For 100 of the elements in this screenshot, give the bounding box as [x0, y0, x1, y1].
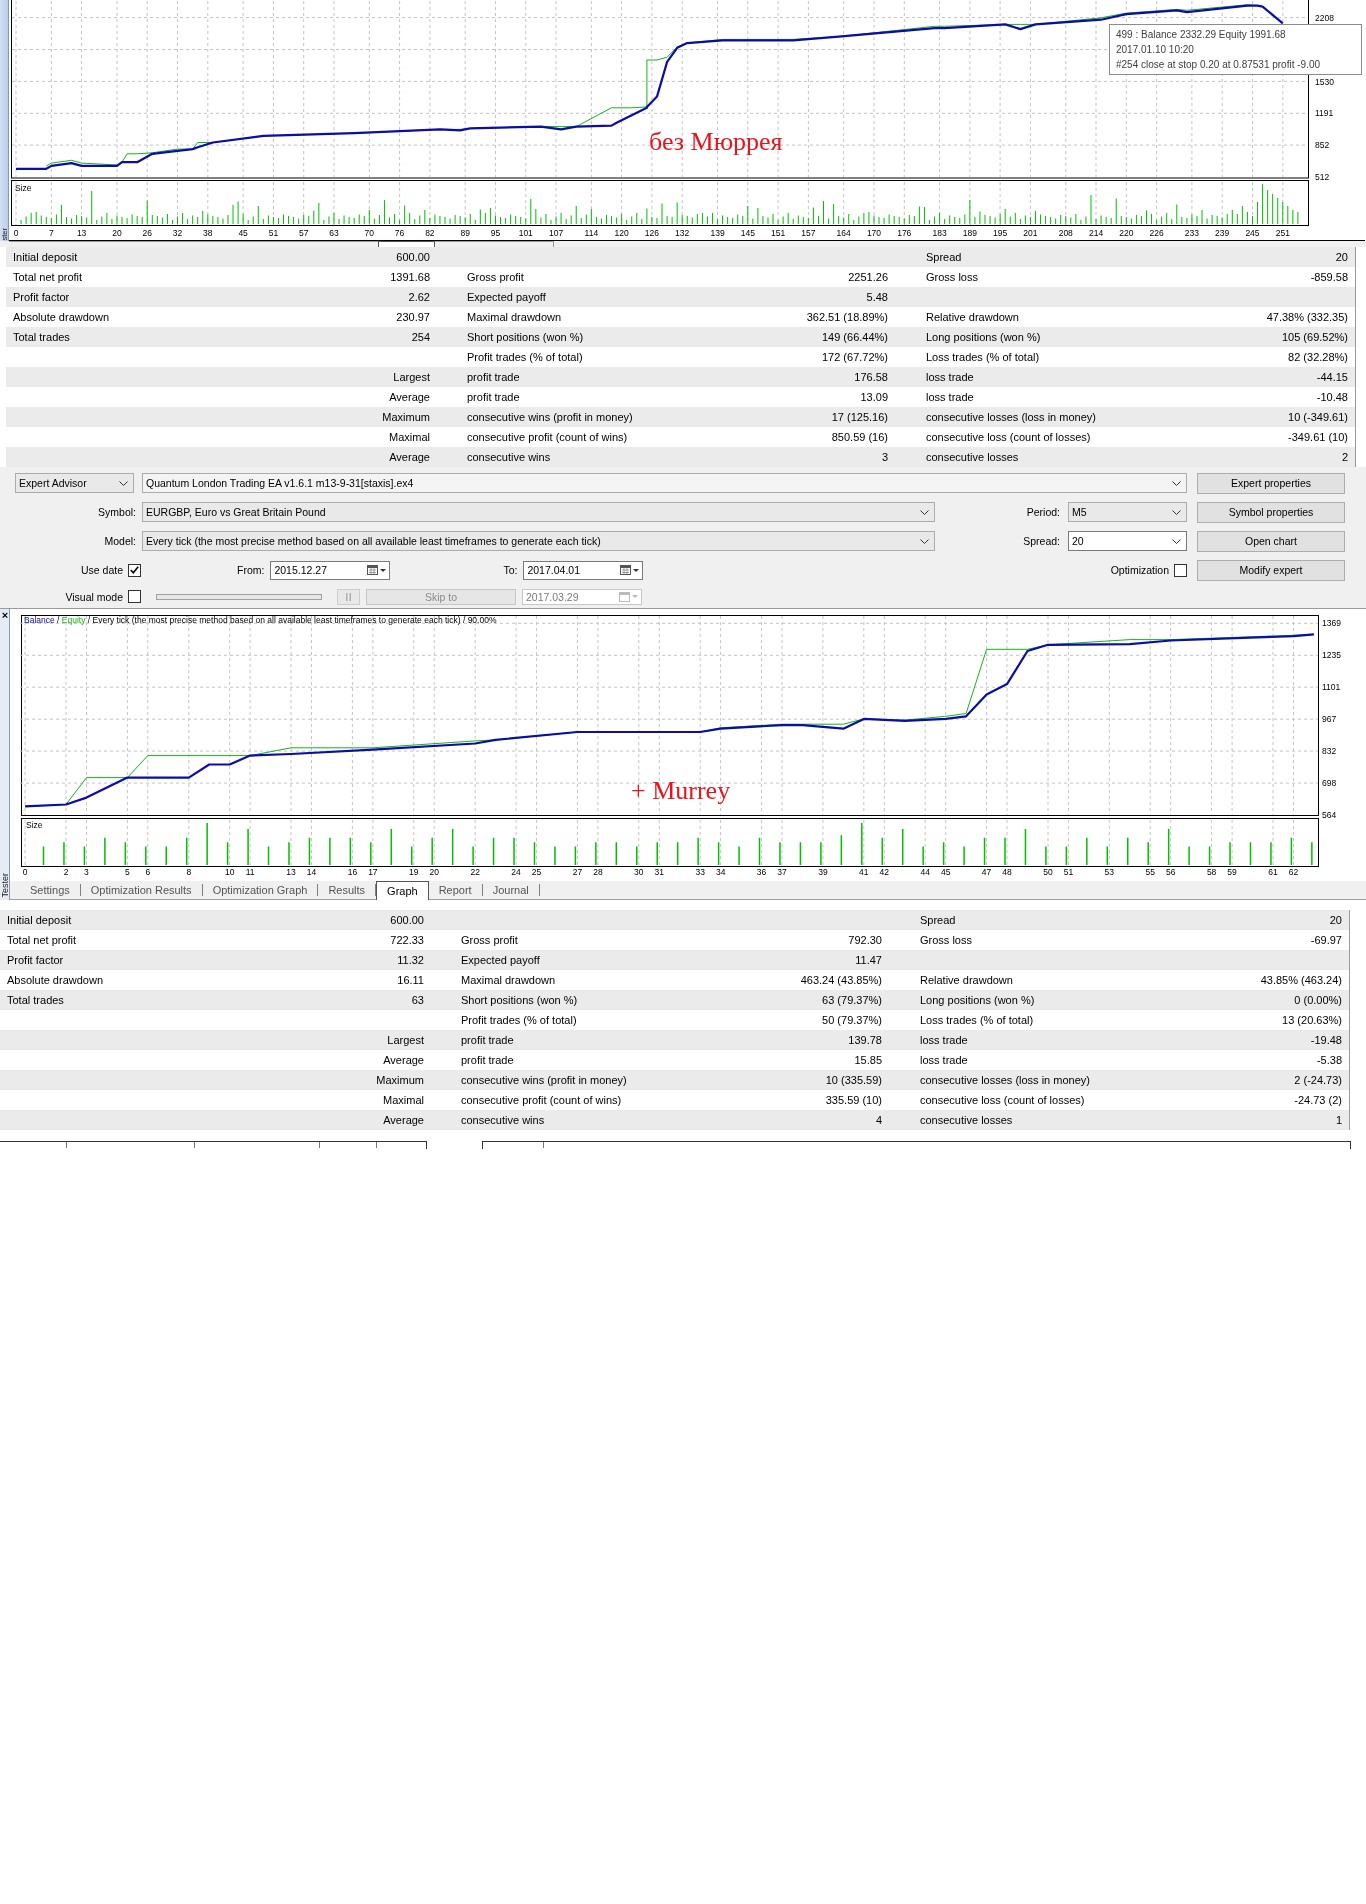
stat-value: -859.58 [1310, 271, 1348, 283]
stat-label: Gross profit [467, 271, 524, 283]
x-axis-label: 24 [511, 867, 521, 877]
tab[interactable]: Report [428, 884, 483, 896]
stat-value: 2 (-24.73) [1294, 1074, 1342, 1086]
x-axis-label: 56 [1165, 867, 1176, 877]
x-axis-label: 126 [644, 228, 659, 238]
x-axis-label: 53 [1104, 867, 1115, 877]
to-date-field[interactable]: 2017.04.01 [523, 560, 644, 580]
expert-properties-button[interactable]: Expert properties [1197, 472, 1345, 494]
stat-value: 172 (67.72%) [821, 351, 888, 363]
symbol-dropdown[interactable]: EURGBP, Euro vs Great Britain Pound [142, 502, 935, 522]
stat-label: Gross loss [920, 934, 972, 946]
y-axis-label: 2208 [1315, 13, 1334, 23]
expert-dropdown[interactable]: Quantum London Trading EA v1.6.1 m13-9-31[staxis].ex4 [142, 473, 1187, 493]
stat-label: Initial deposit [7, 914, 72, 926]
stat-value: -5.38 [1316, 1054, 1342, 1066]
x-axis-label: 195 [993, 228, 1008, 238]
optimization-checkbox[interactable] [1174, 563, 1187, 577]
close-button[interactable]: × [1, 610, 9, 621]
caret-icon [633, 568, 640, 572]
chevron-down-icon [1172, 480, 1181, 486]
use-date-checkbox[interactable] [128, 563, 141, 577]
tab[interactable]: Optimization Results [80, 884, 203, 896]
x-axis-label: 82 [425, 228, 435, 238]
x-axis-label: 5 [125, 867, 130, 877]
speed-slider-track[interactable] [156, 593, 322, 600]
x-axis-label: 233 [1184, 228, 1199, 238]
stat-value: 2251.26 [848, 271, 888, 283]
y-axis-label: 1235 [1322, 650, 1341, 661]
modify-expert-button[interactable]: Modify expert [1197, 559, 1345, 581]
symbol-properties-button[interactable]: Symbol properties [1197, 501, 1345, 523]
period-dropdown[interactable]: M5 [1068, 502, 1187, 522]
x-axis-label: 47 [981, 867, 992, 877]
x-axis-label: 132 [675, 228, 690, 238]
checkmark-icon [130, 566, 139, 574]
x-axis-label: 220 [1119, 228, 1134, 238]
x-axis-label: 13 [76, 228, 87, 238]
stat-value: 362.51 (18.89%) [806, 311, 888, 323]
y-axis-label: 852 [1315, 140, 1330, 151]
stat-value: -69.97 [1310, 934, 1342, 946]
x-axis-label: 55 [1145, 867, 1155, 877]
open-chart-button[interactable]: Open chart [1197, 530, 1345, 552]
y-axis-label: 832 [1322, 746, 1337, 757]
x-axis-label: 120 [614, 228, 629, 238]
visual-mode-label: Visual mode [65, 590, 123, 603]
tab[interactable]: Journal [482, 884, 540, 896]
y-axis-label: 1369 [1322, 618, 1341, 629]
spread-combobox[interactable]: 20 [1068, 531, 1187, 551]
from-label: From: [237, 564, 265, 576]
caret-icon [380, 568, 387, 572]
x-axis-label: 189 [962, 228, 977, 238]
stat-label: Expected payoff [467, 291, 546, 303]
stat-label: Maximal drawdown [461, 974, 556, 986]
visual-mode-checkbox[interactable] [128, 590, 141, 603]
tab[interactable]: Optimization Graph [202, 884, 319, 896]
x-axis-label: 151 [771, 228, 786, 238]
x-axis-label: 41 [859, 867, 869, 877]
model-dropdown[interactable]: Every tick (the most precise method based on all available least timeframes to generate each tick) [142, 531, 935, 551]
stat-label: Initial deposit [13, 251, 78, 263]
stat-label: Profit trades (% of total) [461, 1014, 577, 1026]
x-axis-label: 31 [654, 867, 664, 877]
x-axis-label: 37 [777, 867, 787, 877]
tooltip-text: 499 : Balance 2332.29 Equity 1991.68 [1116, 28, 1286, 42]
side-tab-label[interactable]: Tester [0, 873, 10, 898]
x-axis-label: 157 [801, 228, 816, 238]
x-axis-label: 0 [22, 867, 28, 877]
stat-label: Spread [926, 251, 962, 263]
y-axis-label: 564 [1322, 810, 1337, 820]
stat-label: profit trade [461, 1034, 514, 1046]
chevron-down-icon [1172, 509, 1181, 515]
stat-value: 20 [1329, 914, 1342, 926]
x-axis-label: 20 [429, 867, 439, 877]
stat-label: Absolute drawdown [13, 311, 109, 323]
from-date-field[interactable]: 2015.12.27 [270, 560, 391, 580]
spread-label: Spread: [1023, 535, 1060, 547]
x-axis-label: 57 [298, 228, 309, 238]
tab[interactable]: Settings [20, 884, 81, 896]
y-axis-label: 967 [1322, 713, 1337, 724]
stat-label: Expected payoff [461, 954, 540, 966]
chevron-down-icon [920, 509, 929, 515]
x-axis-label: 51 [1063, 867, 1074, 877]
expert-type-dropdown[interactable]: Expert Advisor [15, 473, 134, 493]
stat-value: 13.09 [860, 391, 888, 403]
y-axis-label: 698 [1322, 778, 1337, 789]
x-axis-label: 32 [172, 228, 183, 238]
x-axis-label: 7 [49, 228, 54, 238]
tab[interactable]: Graph [376, 881, 429, 900]
stat-value: 600.00 [390, 914, 424, 926]
x-axis-label: 8 [186, 867, 192, 877]
stat-value: 230.97 [396, 311, 430, 323]
stat-label: consecutive losses [926, 451, 1019, 463]
y-axis-label: 1530 [1315, 76, 1334, 87]
stat-value: 17 (125.16) [831, 411, 888, 423]
stat-label: Total trades [13, 331, 70, 343]
x-axis-label: 48 [1002, 867, 1012, 877]
x-axis-label: 45 [940, 867, 951, 877]
stat-label: consecutive losses [920, 1114, 1013, 1126]
x-axis-label: 0 [13, 228, 19, 238]
stat-value: 149 (66.44%) [821, 331, 888, 343]
